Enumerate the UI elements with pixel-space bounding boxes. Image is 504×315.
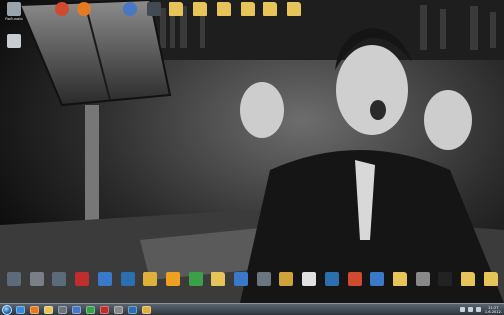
web-icon: [123, 2, 137, 16]
desktop-shortcut[interactable]: [388, 272, 412, 302]
app-icon: [234, 272, 248, 286]
folder-icon: [287, 2, 301, 16]
desktop-shortcut[interactable]: [25, 272, 49, 302]
desktop-shortcut[interactable]: [116, 272, 140, 302]
desktop-shortcut[interactable]: [212, 2, 236, 32]
desktop-shortcut[interactable]: [2, 34, 26, 64]
desktop-shortcut[interactable]: [252, 272, 276, 302]
app-icon: [143, 272, 157, 286]
taskbar: 21:27 1.6.2012.: [0, 303, 504, 315]
folder-icon: [393, 272, 407, 286]
app-icon[interactable]: [142, 305, 151, 314]
desktop-shortcut[interactable]: [161, 272, 185, 302]
flag-icon[interactable]: [475, 307, 481, 312]
desktop-shortcut[interactable]: [274, 272, 298, 302]
desktop-wallpaper: [0, 0, 504, 303]
desktop-shortcut[interactable]: Računalo: [2, 2, 26, 32]
app-icon: [416, 272, 430, 286]
desktop-shortcut[interactable]: [184, 272, 208, 302]
desktop-shortcut[interactable]: [236, 2, 260, 32]
app-icon[interactable]: [114, 305, 123, 314]
desktop-shortcut[interactable]: [70, 272, 94, 302]
desktop-shortcut[interactable]: [138, 272, 162, 302]
desktop-shortcut[interactable]: [456, 272, 480, 302]
folder-icon: [263, 2, 277, 16]
app-icon: [7, 272, 21, 286]
desktop-shortcut[interactable]: [93, 272, 117, 302]
desktop-shortcut[interactable]: [479, 272, 503, 302]
desktop-shortcut[interactable]: [282, 2, 306, 32]
clock-date: 1.6.2012.: [484, 309, 502, 314]
desktop-shortcut[interactable]: [343, 272, 367, 302]
app-icon[interactable]: [100, 305, 109, 314]
computer-icon: [7, 2, 21, 16]
app-icon: [166, 272, 180, 286]
desktop-shortcut[interactable]: [297, 272, 321, 302]
desktop-shortcut[interactable]: [206, 272, 230, 302]
app-icon: [30, 272, 44, 286]
app-icon: [52, 272, 66, 286]
desktop-shortcut[interactable]: [188, 2, 212, 32]
app-icon: [121, 272, 135, 286]
desktop-shortcut[interactable]: [320, 272, 344, 302]
desktop-shortcut[interactable]: [164, 2, 188, 32]
app-icon: [438, 272, 452, 286]
app-icon: [147, 2, 161, 16]
folder-icon: [461, 272, 475, 286]
app-icon: [302, 272, 316, 286]
desktop-shortcut[interactable]: [229, 272, 253, 302]
app-icon[interactable]: [128, 305, 137, 314]
desktop-shortcut[interactable]: [72, 2, 96, 32]
desktop-shortcut[interactable]: [433, 272, 457, 302]
app-icon: [325, 272, 339, 286]
shortcut-label: Računalo: [5, 17, 23, 21]
app-icon[interactable]: [86, 305, 95, 314]
desktop-shortcut[interactable]: [365, 272, 389, 302]
folder-icon: [211, 272, 225, 286]
volume-icon[interactable]: [467, 307, 473, 312]
desktop-shortcut[interactable]: [2, 272, 26, 302]
desktop-shortcut[interactable]: [142, 2, 166, 32]
firefox-icon: [77, 2, 91, 16]
system-tray: 21:27 1.6.2012.: [457, 304, 502, 315]
app-icon: [348, 272, 362, 286]
browser-icon: [55, 2, 69, 16]
folder-icon: [484, 272, 498, 286]
recycle-bin-icon: [7, 34, 21, 48]
app-icon: [75, 272, 89, 286]
desktop-shortcut[interactable]: [47, 272, 71, 302]
desktop-shortcut[interactable]: [258, 2, 282, 32]
desktop-shortcut[interactable]: [411, 272, 435, 302]
firefox-icon[interactable]: [30, 305, 39, 314]
explorer-icon[interactable]: [44, 305, 53, 314]
desktop-shortcut[interactable]: [118, 2, 142, 32]
start-button[interactable]: [2, 304, 12, 315]
folder-icon: [217, 2, 231, 16]
folder-icon: [193, 2, 207, 16]
app-icon: [279, 272, 293, 286]
taskbar-pinned-items: [16, 305, 156, 314]
app-icon[interactable]: [58, 305, 67, 314]
app-icon: [98, 272, 112, 286]
network-icon[interactable]: [459, 307, 465, 312]
folder-icon: [241, 2, 255, 16]
app-icon[interactable]: [72, 305, 81, 314]
folder-icon: [169, 2, 183, 16]
app-icon: [257, 272, 271, 286]
app-icon: [189, 272, 203, 286]
app-icon: [370, 272, 384, 286]
ie-icon[interactable]: [16, 305, 25, 314]
clock[interactable]: 21:27 1.6.2012.: [485, 306, 502, 314]
desktop-shortcut[interactable]: [50, 2, 74, 32]
